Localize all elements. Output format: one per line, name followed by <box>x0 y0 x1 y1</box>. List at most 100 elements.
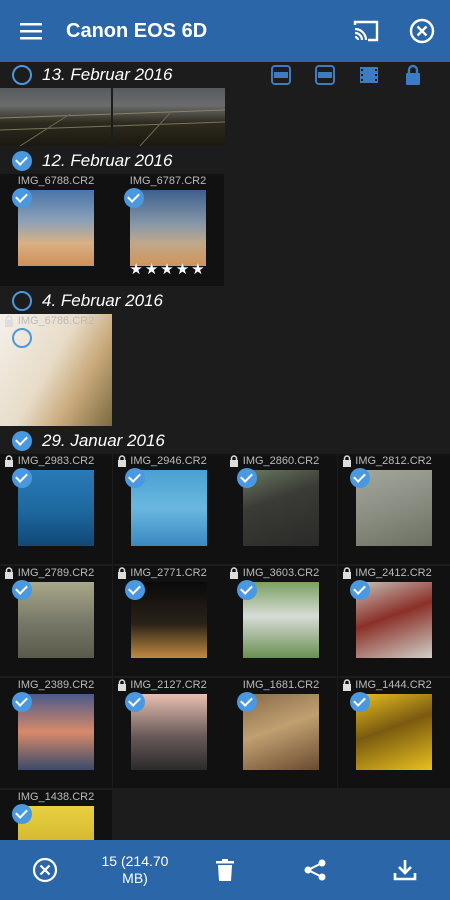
photo-filename: IMG_2812.CR2 <box>355 455 432 467</box>
photo-filename: IMG_2389.CR2 <box>17 679 95 691</box>
trash-icon <box>216 859 234 881</box>
section-checkbox[interactable] <box>12 291 32 311</box>
section-grid <box>0 88 450 148</box>
photo-cell[interactable]: IMG_2860.CR2 <box>225 454 337 564</box>
lock-icon <box>117 679 126 691</box>
photo-filename: IMG_2983.CR2 <box>17 455 95 467</box>
photo-cell[interactable]: IMG_6787.CR2 ★★★★★ <box>112 174 224 286</box>
photo-list: 13. Februar 2016 12. Februar 2016 IMG_67… <box>0 62 450 840</box>
close-button[interactable] <box>394 0 450 62</box>
photo-checkbox[interactable] <box>124 580 145 600</box>
photo-cell[interactable]: IMG_2812.CR2 <box>337 454 450 564</box>
photo-cell[interactable]: IMG_2946.CR2 <box>112 454 225 564</box>
photo-checkbox[interactable] <box>124 468 145 488</box>
photo-filename: IMG_2412.CR2 <box>355 567 432 579</box>
menu-button[interactable] <box>0 0 62 62</box>
photo-checkbox[interactable] <box>237 692 257 712</box>
photo-cell[interactable]: IMG_6788.CR2 <box>0 174 112 286</box>
lock-icon <box>230 455 238 467</box>
movie-filter-button[interactable] <box>352 62 386 88</box>
photo-filename: IMG_6786.CR2 <box>17 315 95 327</box>
hamburger-menu-icon <box>20 23 42 40</box>
photo-filename: IMG_2860.CR2 <box>242 455 320 467</box>
selection-count: 15 (214.70 MB) <box>90 853 180 887</box>
selection-count-line1: 15 (214.70 <box>101 853 169 869</box>
photo-cell[interactable]: IMG_2771.CR2 <box>112 566 225 676</box>
download-button[interactable] <box>360 840 450 900</box>
deselect-button[interactable] <box>0 840 90 900</box>
photo-checkbox[interactable] <box>349 692 370 712</box>
photo-checkbox[interactable] <box>349 468 370 488</box>
section-header: 29. Januar 2016 <box>0 428 450 454</box>
lock-icon <box>342 567 351 579</box>
photo-cell[interactable]: IMG_1681.CR2 <box>225 678 337 788</box>
section-checkbox[interactable] <box>12 431 32 451</box>
lock-filter-button[interactable] <box>396 62 430 88</box>
photo-checkbox[interactable] <box>12 692 32 712</box>
close-circle-icon <box>409 18 435 44</box>
filter-bar <box>264 62 430 88</box>
rating-stars: ★★★★★ <box>129 261 207 278</box>
photo-filename: IMG_3603.CR2 <box>242 567 320 579</box>
section-header: 12. Februar 2016 <box>0 148 450 174</box>
photo-cell[interactable]: IMG_2789.CR2 <box>0 566 112 676</box>
photo-checkbox[interactable] <box>12 328 32 348</box>
section-checkbox[interactable] <box>12 151 32 171</box>
photo-filename: IMG_6788.CR2 <box>17 175 95 187</box>
photo-cell[interactable]: IMG_1444.CR2 <box>337 678 450 788</box>
photo-checkbox[interactable] <box>237 468 257 488</box>
lock-icon <box>5 315 13 327</box>
photo-cell[interactable]: IMG_2412.CR2 <box>337 566 450 676</box>
lock-icon <box>117 567 126 579</box>
section-checkbox[interactable] <box>12 65 32 85</box>
download-icon <box>393 860 417 881</box>
section-date: 13. Februar 2016 <box>42 65 173 84</box>
photo-cell[interactable]: IMG_2389.CR2 <box>0 678 112 788</box>
photo-cell[interactable]: IMG_6786.CR2 <box>0 314 112 426</box>
lock-icon <box>230 567 238 579</box>
section-grid: IMG_6786.CR2 <box>0 314 450 428</box>
app-bar: Canon EOS 6D <box>0 0 450 62</box>
photo-cell[interactable]: IMG_2983.CR2 <box>0 454 112 564</box>
photo-checkbox[interactable] <box>12 188 32 208</box>
photo-cell[interactable]: IMG_2127.CR2 <box>112 678 225 788</box>
section-date: 4. Februar 2016 <box>42 291 163 310</box>
photo-checkbox[interactable] <box>12 580 32 600</box>
photo-checkbox[interactable] <box>349 580 370 600</box>
cast-button[interactable] <box>338 0 394 62</box>
cast-icon <box>353 20 379 42</box>
share-icon <box>304 859 326 881</box>
section-date: 12. Februar 2016 <box>42 151 173 170</box>
selection-count-line2: MB) <box>122 870 148 886</box>
photo-filename: IMG_6787.CR2 <box>129 175 207 187</box>
photo-filename: IMG_2771.CR2 <box>130 567 207 579</box>
photo-checkbox[interactable] <box>12 468 32 488</box>
photo-filename: IMG_1681.CR2 <box>242 679 320 691</box>
raw-filter-button[interactable] <box>308 62 342 88</box>
delete-button[interactable] <box>180 840 270 900</box>
lock-icon <box>5 455 13 467</box>
section-date: 29. Januar 2016 <box>42 431 165 450</box>
photo-thumbnail[interactable] <box>0 88 225 146</box>
photo-cell[interactable]: IMG_1438.CR2 <box>0 790 112 840</box>
jpg-filter-button[interactable] <box>264 62 298 88</box>
photo-checkbox[interactable] <box>237 580 257 600</box>
close-circle-icon <box>32 857 58 883</box>
photo-cell[interactable]: IMG_3603.CR2 <box>225 566 337 676</box>
lock-icon <box>342 679 351 691</box>
photo-filename: IMG_2789.CR2 <box>17 567 95 579</box>
photo-checkbox[interactable] <box>124 692 145 712</box>
photo-filename: IMG_1444.CR2 <box>355 679 432 691</box>
photo-filename: IMG_2946.CR2 <box>130 455 207 467</box>
photo-checkbox[interactable] <box>12 804 32 824</box>
landscape-strip <box>0 88 225 146</box>
section-grid: IMG_6788.CR2 IMG_6787.CR2 ★★★★★ <box>0 174 450 288</box>
jpg-filter-icon <box>271 65 291 85</box>
lock-icon <box>342 455 351 467</box>
raw-filter-icon <box>315 65 335 85</box>
share-button[interactable] <box>270 840 360 900</box>
photo-filename: IMG_2127.CR2 <box>130 679 207 691</box>
bottom-action-bar: 15 (214.70 MB) <box>0 840 450 900</box>
section-grid: IMG_2983.CR2 IMG_2946.CR2 IMG_2860.CR2 IMG_… <box>0 454 450 840</box>
photo-checkbox[interactable] <box>124 188 144 208</box>
